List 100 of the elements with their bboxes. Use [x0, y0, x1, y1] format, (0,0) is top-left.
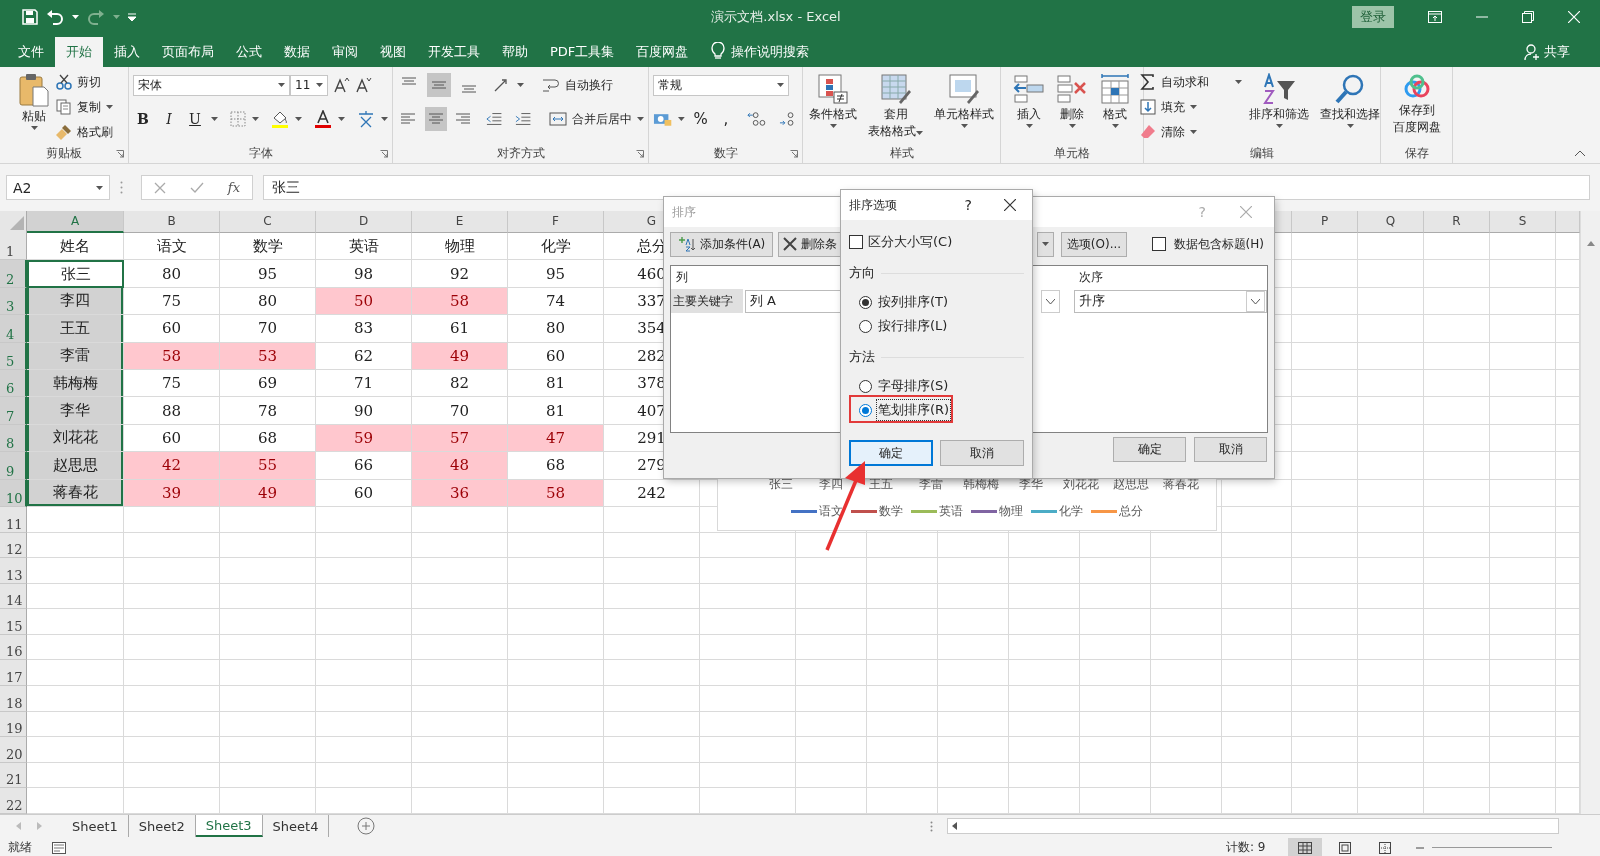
- column-header[interactable]: F: [508, 211, 604, 233]
- ribbon-button[interactable]: 清除: [1140, 121, 1242, 143]
- ribbon-tab[interactable]: 开始: [55, 37, 103, 67]
- row-header[interactable]: 3: [0, 287, 27, 316]
- text-style-button[interactable]: B: [133, 108, 153, 130]
- ribbon-button[interactable]: 自动求和: [1140, 71, 1242, 93]
- dialog-button[interactable]: 确定: [1113, 437, 1186, 462]
- ribbon-tab[interactable]: 插入: [103, 37, 151, 67]
- ribbon-tab[interactable]: 文件: [7, 37, 55, 67]
- macro-record-icon[interactable]: [52, 841, 66, 854]
- row-header[interactable]: 15: [0, 609, 27, 635]
- row-header[interactable]: 7: [0, 397, 27, 425]
- row-header[interactable]: 2: [0, 260, 27, 288]
- column-header[interactable]: D: [316, 211, 412, 233]
- ribbon-tab[interactable]: PDF工具集: [539, 37, 626, 67]
- shrink-font-icon[interactable]: [356, 77, 372, 93]
- more-icon[interactable]: [930, 820, 934, 832]
- ribbon-display-icon[interactable]: [1428, 10, 1442, 23]
- save-icon[interactable]: [22, 8, 38, 25]
- sheet-tab[interactable]: Sheet3: [195, 815, 263, 837]
- ribbon-button[interactable]: 填充: [1140, 96, 1242, 118]
- cancel-icon[interactable]: [153, 181, 166, 194]
- column-header[interactable]: S: [1490, 211, 1556, 233]
- collapse-ribbon-icon[interactable]: [1574, 150, 1586, 157]
- phonetic-icon[interactable]: [357, 110, 375, 128]
- column-header[interactable]: E: [412, 211, 508, 233]
- row-header[interactable]: 4: [0, 315, 27, 343]
- increase-decimal-icon[interactable]: [747, 111, 767, 127]
- wrap-text-button[interactable]: 自动换行: [542, 74, 613, 96]
- grow-font-icon[interactable]: [334, 77, 350, 93]
- row-header[interactable]: 14: [0, 583, 27, 610]
- ribbon-button[interactable]: 单元格样式: [930, 71, 998, 130]
- dialog-launcher-icon[interactable]: [790, 150, 798, 158]
- zoom-out-icon[interactable]: [1415, 846, 1424, 849]
- vertical-scrollbar[interactable]: [1580, 211, 1600, 814]
- normal-view-icon[interactable]: [1297, 841, 1312, 854]
- column-header[interactable]: B: [124, 211, 220, 233]
- dialog-launcher-icon[interactable]: [636, 150, 644, 158]
- add-level-button[interactable]: 添加条件(A): [670, 231, 773, 257]
- radio-button[interactable]: [859, 295, 872, 309]
- row-header[interactable]: 16: [0, 634, 27, 661]
- row-header[interactable]: 21: [0, 762, 27, 789]
- increase-indent-icon[interactable]: [514, 111, 531, 127]
- ribbon-button[interactable]: 剪切: [56, 71, 113, 93]
- number-format-field[interactable]: 常规: [653, 74, 789, 96]
- insert-function-button[interactable]: fx: [227, 180, 240, 195]
- redo-icon[interactable]: [87, 8, 105, 25]
- row-header[interactable]: 1: [0, 233, 27, 261]
- ribbon-button[interactable]: 复制: [56, 96, 113, 118]
- ribbon-tab[interactable]: 数据: [273, 37, 321, 67]
- column-header[interactable]: A: [27, 211, 124, 233]
- caret-icon[interactable]: [72, 14, 79, 19]
- order-field[interactable]: 升序: [1074, 289, 1267, 313]
- number-style-button[interactable]: %: [691, 108, 711, 130]
- number-style-button[interactable]: ,: [716, 108, 736, 130]
- currency-icon[interactable]: [653, 111, 673, 127]
- merge-center-button[interactable]: 合并后居中: [549, 108, 644, 130]
- ribbon-tab[interactable]: 百度网盘: [625, 37, 700, 67]
- ribbon-button[interactable]: 套用 表格格式: [864, 71, 927, 141]
- dialog-button[interactable]: 确定: [849, 440, 933, 466]
- page-break-icon[interactable]: [1378, 841, 1391, 854]
- text-style-button[interactable]: U: [185, 108, 205, 130]
- ribbon-button[interactable]: 查找和选择: [1316, 71, 1384, 130]
- ribbon-tab[interactable]: 审阅: [321, 37, 369, 67]
- options-button[interactable]: 选项(O)...: [1061, 231, 1127, 257]
- person-icon[interactable]: [1524, 44, 1540, 60]
- close-icon[interactable]: [1004, 199, 1016, 211]
- checkbox[interactable]: [1151, 237, 1166, 251]
- row-header[interactable]: 17: [0, 660, 27, 687]
- lightbulb-icon[interactable]: [711, 42, 726, 60]
- row-header[interactable]: 22: [0, 788, 27, 814]
- row-header[interactable]: 8: [0, 424, 27, 453]
- ribbon-tab[interactable]: 视图: [369, 37, 417, 67]
- column-header[interactable]: R: [1424, 211, 1490, 233]
- text-style-button[interactable]: I: [159, 108, 179, 130]
- ribbon-button[interactable]: 格式: [1095, 71, 1135, 130]
- horizontal-scrollbar[interactable]: [947, 818, 1560, 834]
- add-sheet-icon[interactable]: [357, 817, 376, 835]
- row-header[interactable]: 11: [0, 506, 27, 533]
- tell-me-search[interactable]: 操作说明搜索: [731, 37, 810, 67]
- row-header[interactable]: 6: [0, 369, 27, 398]
- row-header[interactable]: 9: [0, 452, 27, 480]
- font-name-field[interactable]: 宋体: [133, 74, 290, 96]
- row-header[interactable]: 19: [0, 711, 27, 738]
- ribbon-button[interactable]: 格式刷: [56, 121, 113, 143]
- ribbon-tab[interactable]: 公式: [225, 37, 273, 67]
- ribbon-button[interactable]: 排序和筛选: [1245, 71, 1313, 130]
- name-box[interactable]: A2: [6, 175, 110, 200]
- column-header[interactable]: Q: [1358, 211, 1424, 233]
- share-button[interactable]: 共享: [1544, 43, 1570, 61]
- dialog-button[interactable]: 取消: [1194, 437, 1267, 462]
- page-layout-icon[interactable]: [1338, 841, 1351, 854]
- undo-icon[interactable]: [46, 8, 64, 25]
- radio-button[interactable]: [859, 319, 872, 333]
- fill-color-icon[interactable]: [271, 110, 289, 128]
- customize-icon[interactable]: [128, 12, 136, 21]
- sign-in-button[interactable]: 登录: [1352, 5, 1394, 28]
- checkbox[interactable]: [849, 235, 863, 249]
- column-header[interactable]: P: [1292, 211, 1358, 233]
- ribbon-button[interactable]: 插入: [1009, 71, 1049, 130]
